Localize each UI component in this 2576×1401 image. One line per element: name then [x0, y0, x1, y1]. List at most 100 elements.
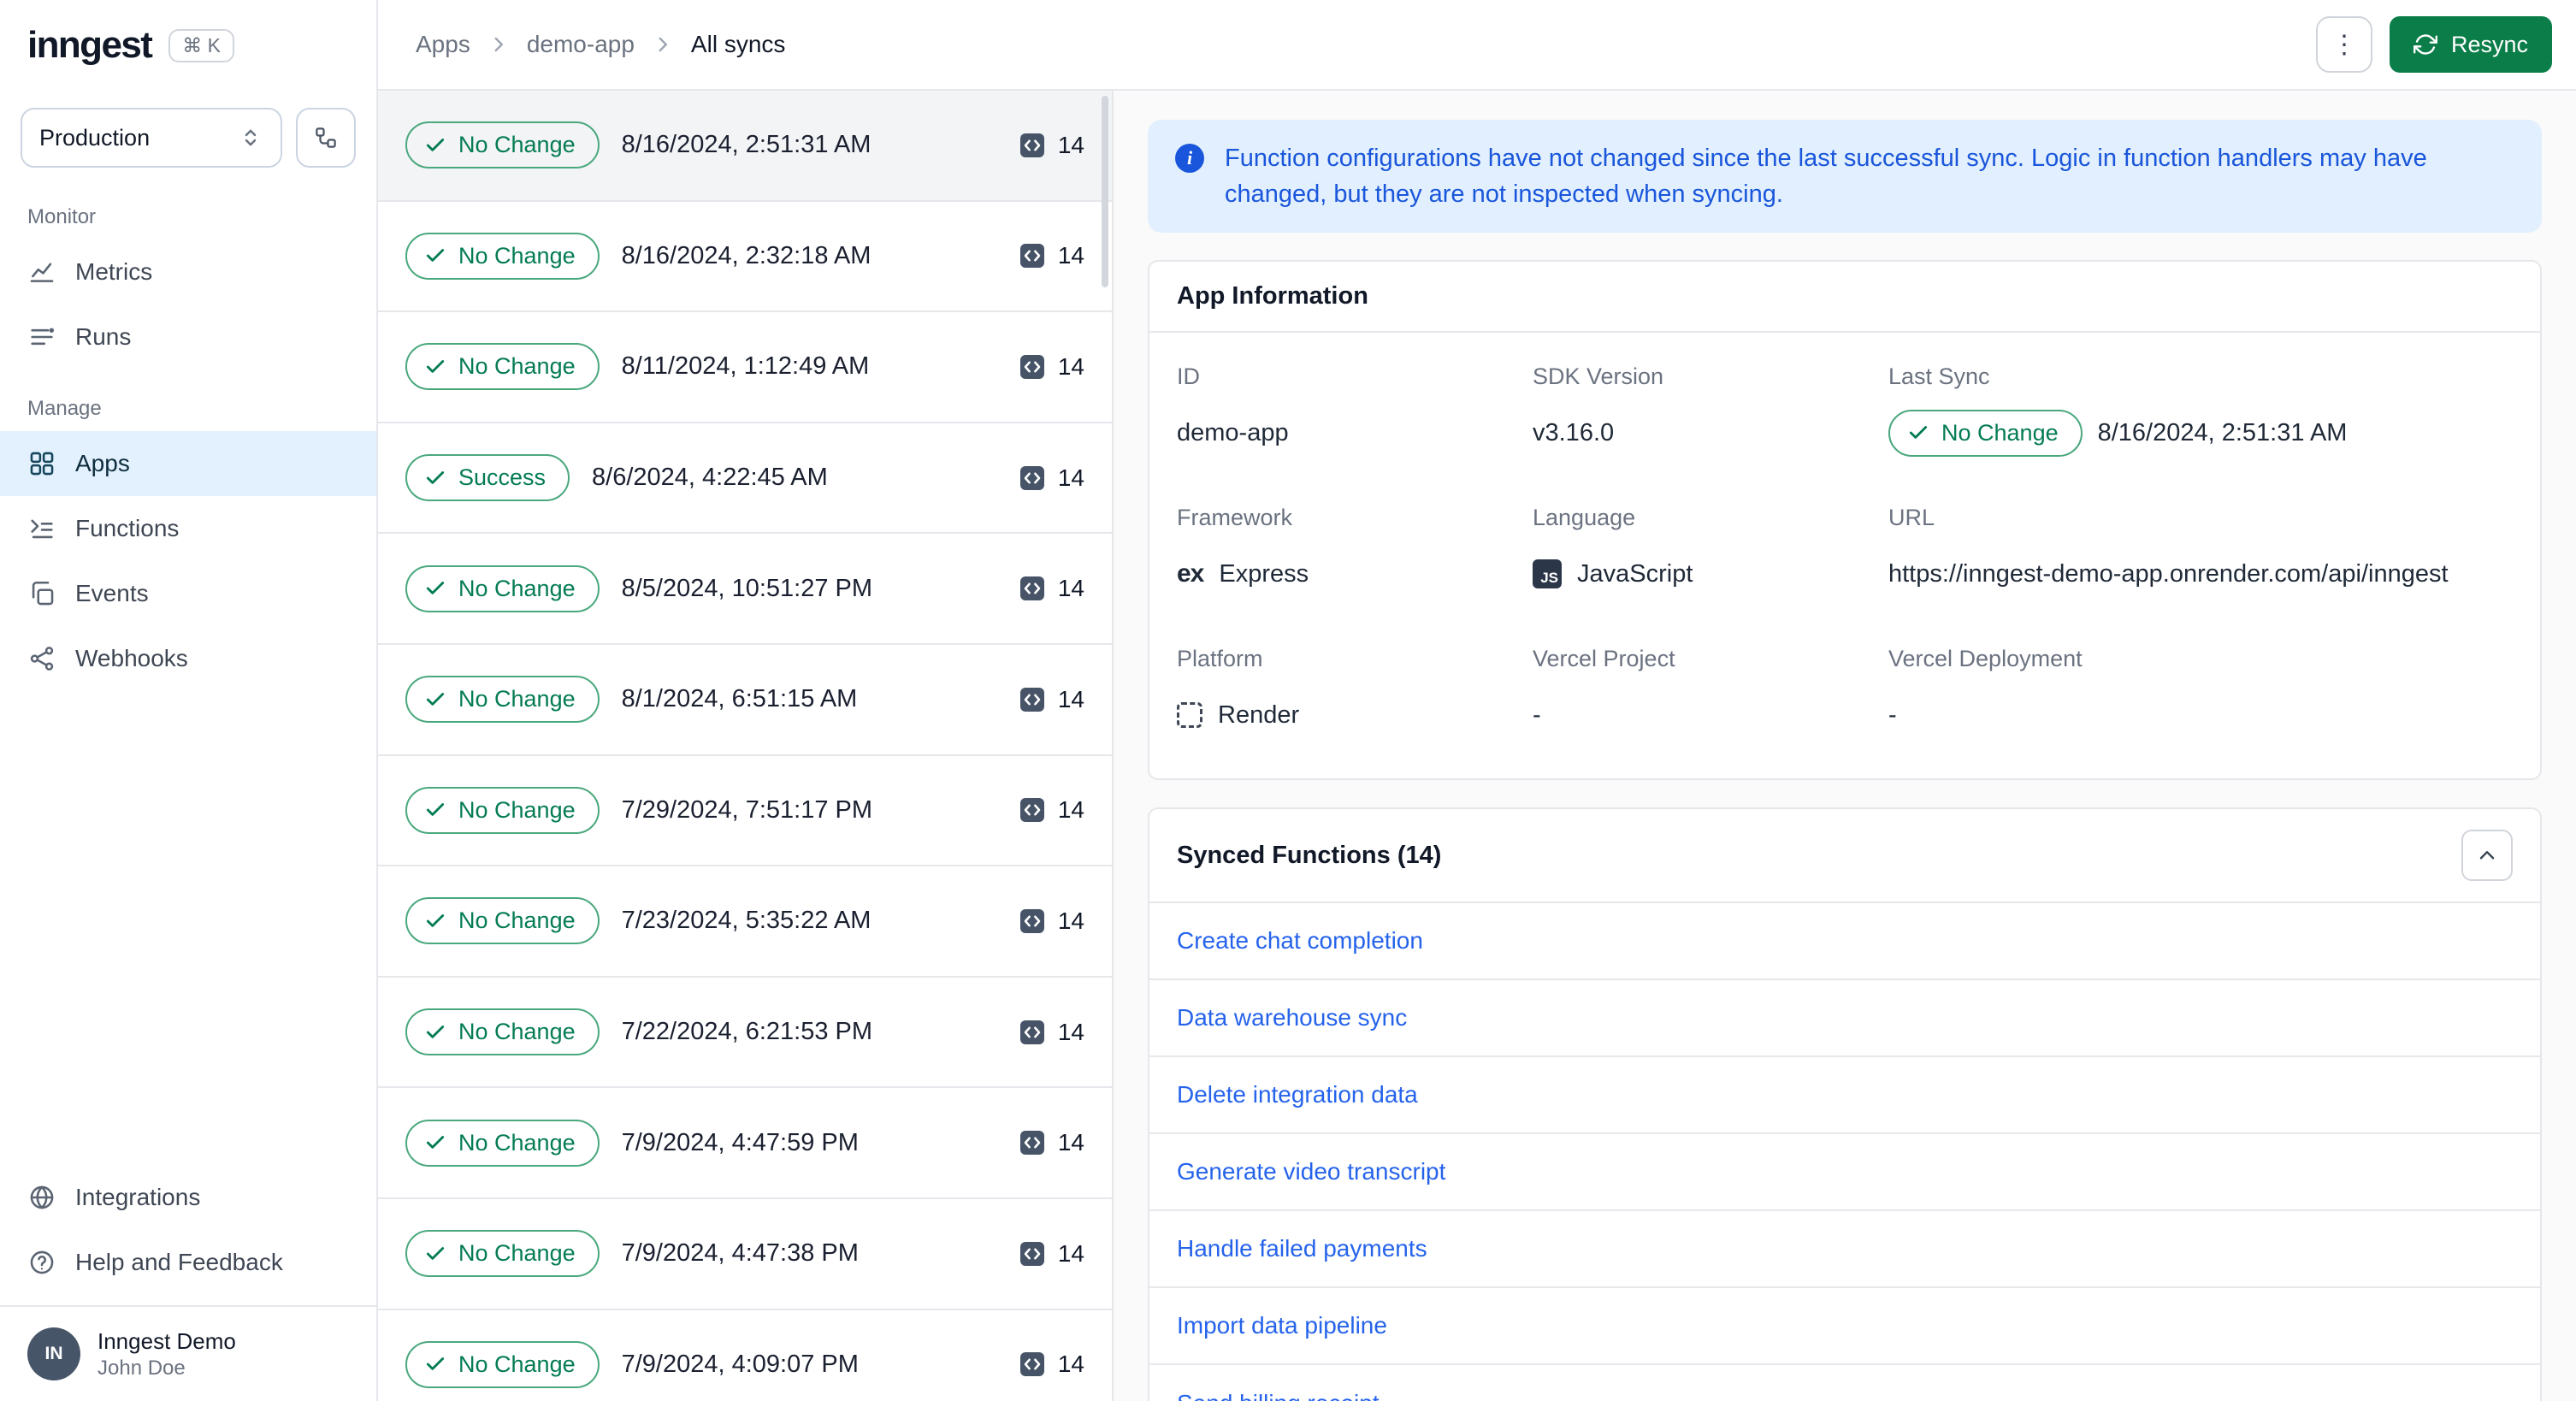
environment-selector[interactable]: Production	[21, 108, 282, 168]
synced-function-count: 14	[1019, 242, 1084, 269]
function-count-label: 14	[1057, 352, 1084, 380]
function-link-row[interactable]: Delete integration data	[1149, 1057, 2540, 1135]
function-link-row[interactable]: Import data pipeline	[1149, 1288, 2540, 1366]
sync-status-badge: No Change	[405, 897, 600, 945]
check-icon	[426, 360, 445, 373]
function-count-icon	[1019, 1241, 1044, 1266]
function-count-label: 14	[1057, 907, 1084, 934]
function-link-send-billing-receipt[interactable]: Send billing receipt	[1177, 1390, 1380, 1401]
breadcrumb-demo-app[interactable]: demo-app	[527, 31, 635, 58]
function-count-icon	[1019, 687, 1044, 712]
function-link-row[interactable]: Data warehouse sync	[1149, 980, 2540, 1058]
express-icon: ex	[1177, 559, 1204, 588]
function-link-row[interactable]: Generate video transcript	[1149, 1134, 2540, 1212]
sidebar-item-help-and-feedback[interactable]: Help and Feedback	[0, 1230, 376, 1295]
function-count-icon	[1019, 244, 1044, 269]
sidebar-item-label: Metrics	[75, 258, 153, 285]
function-link-data-warehouse-sync[interactable]: Data warehouse sync	[1177, 1004, 1407, 1032]
kebab-icon: ⋮	[2331, 30, 2357, 59]
sync-row[interactable]: No Change 7/9/2024, 4:09:07 PM 14	[378, 1309, 1112, 1401]
synced-function-count: 14	[1019, 353, 1084, 381]
sidebar-item-integrations[interactable]: Integrations	[0, 1165, 376, 1230]
sync-row[interactable]: No Change 7/29/2024, 7:51:17 PM 14	[378, 755, 1112, 867]
info-field-value: ex Express	[1177, 548, 1519, 600]
function-link-import-data-pipeline[interactable]: Import data pipeline	[1177, 1312, 1387, 1339]
function-link-handle-failed-payments[interactable]: Handle failed payments	[1177, 1235, 1427, 1262]
collapse-button[interactable]	[2461, 830, 2513, 882]
sync-row[interactable]: No Change 7/23/2024, 5:35:22 AM 14	[378, 866, 1112, 978]
info-field-text: 8/16/2024, 2:51:31 AM	[2097, 418, 2348, 446]
synced-function-count: 14	[1019, 1240, 1084, 1268]
last-sync-status-badge: No Change	[1888, 409, 2083, 457]
check-icon	[426, 1246, 445, 1260]
sync-row[interactable]: No Change 8/11/2024, 1:12:49 AM 14	[378, 312, 1112, 423]
info-field-text: -	[1533, 700, 1541, 729]
sync-timestamp: 7/29/2024, 7:51:17 PM	[621, 795, 873, 824]
more-options-button[interactable]: ⋮	[2315, 16, 2372, 73]
function-count-label: 14	[1057, 685, 1084, 712]
sync-timestamp: 8/16/2024, 2:51:31 AM	[621, 131, 871, 159]
info-field-text: JavaScript	[1577, 559, 1693, 588]
section-label: Manage	[27, 397, 102, 420]
sidebar-item-functions[interactable]: Functions	[0, 496, 376, 561]
function-link-create-chat-completion[interactable]: Create chat completion	[1177, 927, 1423, 955]
sync-row[interactable]: No Change 8/1/2024, 6:51:15 AM 14	[378, 644, 1112, 756]
sync-status-badge: No Change	[405, 1008, 600, 1056]
sync-status-label: No Change	[458, 1240, 576, 1267]
resync-button[interactable]: Resync	[2389, 16, 2552, 73]
synced-function-count: 14	[1019, 907, 1084, 935]
sidebar-item-label: Events	[75, 580, 149, 606]
sync-row[interactable]: No Change 8/16/2024, 2:32:18 AM 14	[378, 201, 1112, 313]
events-icon	[27, 579, 56, 608]
sync-row[interactable]: No Change 8/5/2024, 10:51:27 PM 14	[378, 534, 1112, 645]
sync-status-badge: No Change	[405, 1340, 600, 1388]
sync-timestamp: 7/9/2024, 4:47:59 PM	[621, 1128, 859, 1156]
sync-timestamp: 7/23/2024, 5:35:22 AM	[621, 907, 871, 935]
app-info-grid: ID demo-app SDK Version v3.16.0 Last Syn…	[1149, 333, 2540, 778]
info-field-id: ID demo-app	[1177, 364, 1519, 458]
info-field-vercel-deployment: Vercel Deployment -	[1888, 646, 2513, 741]
sync-status-badge: No Change	[405, 565, 600, 612]
info-field-text: https://inngest-demo-app.onrender.com/ap…	[1888, 559, 2449, 588]
sidebar-item-apps[interactable]: Apps	[0, 431, 376, 496]
function-count-icon	[1019, 908, 1044, 933]
function-link-row[interactable]: Handle failed payments	[1149, 1211, 2540, 1289]
sync-status-badge: No Change	[405, 786, 600, 834]
environment-tree-button[interactable]	[296, 108, 356, 168]
sidebar-section: Monitor Metrics Runs	[0, 178, 376, 369]
sync-timestamp: 8/1/2024, 6:51:15 AM	[621, 685, 858, 713]
function-link-delete-integration-data[interactable]: Delete integration data	[1177, 1081, 1418, 1108]
grid-icon	[27, 449, 56, 478]
info-field-value: -	[1888, 689, 2513, 741]
sidebar-item-events[interactable]: Events	[0, 561, 376, 626]
sync-row[interactable]: No Change 7/9/2024, 4:47:59 PM 14	[378, 1088, 1112, 1199]
breadcrumb-apps[interactable]: Apps	[416, 31, 470, 58]
sync-row[interactable]: No Change 8/16/2024, 2:51:31 AM 14	[378, 91, 1112, 202]
function-link-generate-video-transcript[interactable]: Generate video transcript	[1177, 1158, 1445, 1185]
app-information-card: App Information ID demo-app SDK Version …	[1148, 260, 2542, 781]
sync-rows: No Change 8/16/2024, 2:51:31 AM 14 No Ch…	[378, 91, 1112, 1401]
main-area: Apps demo-app All syncs ⋮ Resync No Chan…	[378, 0, 2576, 1401]
logo-row: inngest ⌘ K	[0, 0, 376, 91]
sync-row[interactable]: No Change 7/9/2024, 4:47:38 PM 14	[378, 1198, 1112, 1310]
chevron-up-icon	[2476, 844, 2498, 866]
info-field-label: SDK Version	[1533, 364, 1664, 390]
chevron-right-icon	[487, 33, 510, 56]
sidebar-item-metrics[interactable]: Metrics	[0, 239, 376, 304]
environment-label: Production	[39, 124, 151, 151]
sidebar-item-webhooks[interactable]: Webhooks	[0, 626, 376, 691]
sync-row[interactable]: No Change 7/22/2024, 6:21:53 PM 14	[378, 977, 1112, 1089]
synced-function-count: 14	[1019, 686, 1084, 713]
topbar-actions: ⋮ Resync	[2315, 16, 2552, 73]
scrollbar-thumb[interactable]	[1102, 96, 1108, 287]
function-link-row[interactable]: Create chat completion	[1149, 903, 2540, 981]
user-menu[interactable]: IN Inngest Demo John Doe	[0, 1305, 376, 1401]
function-link-row[interactable]: Send billing receipt	[1149, 1365, 2540, 1401]
sidebar-footer: Integrations Help and Feedback	[0, 1165, 376, 1305]
sidebar-item-runs[interactable]: Runs	[0, 304, 376, 369]
sync-row[interactable]: Success 8/6/2024, 4:22:45 AM 14	[378, 423, 1112, 535]
synced-function-count: 14	[1019, 575, 1084, 602]
info-field-label: Vercel Deployment	[1888, 646, 2083, 672]
info-field-label: Framework	[1177, 505, 1293, 531]
webhooks-icon	[27, 644, 56, 673]
